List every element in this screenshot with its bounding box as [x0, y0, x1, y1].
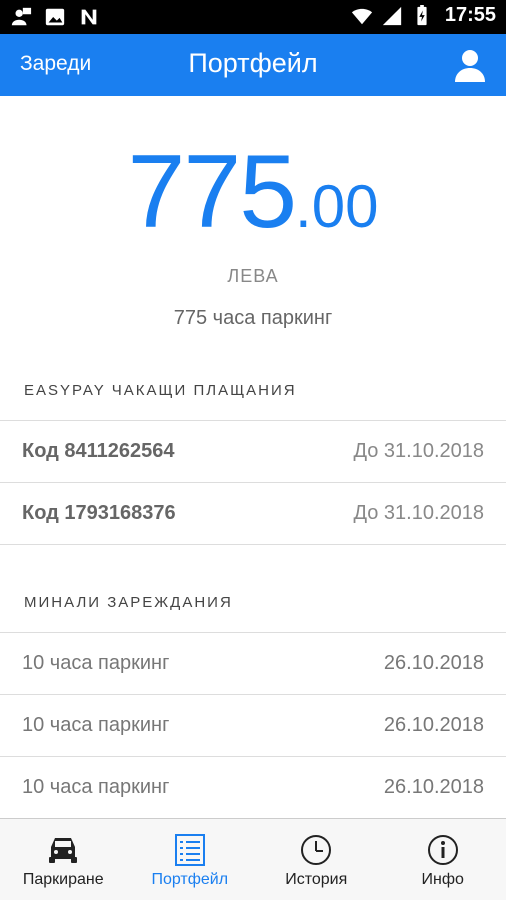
easypay-row[interactable]: Код 1793168376 До 31.10.2018 — [0, 482, 506, 544]
bottom-nav: Паркиране Портфейл История Инфо — [0, 818, 506, 900]
recharge-label: 10 часа паркинг — [22, 776, 170, 798]
balance-currency: ЛЕВА — [227, 266, 279, 286]
balance-integer: 775 — [127, 134, 298, 250]
app-bar: Зареди Портфейл — [0, 34, 506, 96]
divider — [0, 544, 506, 545]
recharge-row[interactable]: 10 часа паркинг 26.10.2018 — [0, 756, 506, 818]
easypay-section-header: EASYPAY ЧАКАЩИ ПЛАЩАНИЯ — [24, 382, 297, 399]
signal-icon — [382, 6, 402, 25]
balance-panel: 775.00 ЛЕВА 775 часа паркинг — [0, 140, 506, 330]
n-notification-icon — [81, 9, 97, 25]
nav-label: История — [285, 871, 348, 888]
easypay-row[interactable]: Код 8411262564 До 31.10.2018 — [0, 420, 506, 482]
easypay-code: Код 1793168376 — [22, 502, 176, 524]
balance-hours: 775 часа паркинг — [173, 307, 333, 329]
account-notification-icon — [11, 7, 32, 26]
car-icon — [49, 838, 78, 863]
status-time: 17:55 — [444, 4, 496, 26]
nav-item-history[interactable]: История — [253, 819, 380, 900]
nav-label: Инфо — [421, 871, 464, 888]
balance-decimal: .00 — [295, 173, 379, 240]
recharge-row[interactable]: 10 часа паркинг 26.10.2018 — [0, 694, 506, 756]
recharge-row[interactable]: 10 часа паркинг 26.10.2018 — [0, 632, 506, 694]
easypay-code: Код 8411262564 — [22, 440, 175, 462]
recharge-label: 10 часа паркинг — [22, 652, 170, 674]
nav-label: Портфейл — [151, 871, 229, 888]
balance-amount: 775.00 — [0, 140, 506, 244]
nav-label: Паркиране — [22, 871, 104, 888]
easypay-due: До 31.10.2018 — [353, 502, 484, 524]
image-icon — [45, 8, 65, 26]
person-icon[interactable] — [454, 48, 486, 82]
recharge-date: 26.10.2018 — [383, 776, 484, 798]
recharge-date: 26.10.2018 — [383, 652, 484, 674]
nav-item-parking[interactable]: Паркиране — [0, 819, 127, 900]
recharge-label: 10 часа паркинг — [22, 714, 170, 736]
recharge-date: 26.10.2018 — [383, 714, 484, 736]
battery-icon — [417, 4, 427, 25]
nav-item-wallet[interactable]: Портфейл — [127, 819, 254, 900]
clock-icon — [301, 835, 332, 865]
past-recharges-section-header: МИНАЛИ ЗАРЕЖДАНИЯ — [24, 594, 233, 611]
page-title: Портфейл — [188, 48, 318, 78]
wifi-icon — [351, 8, 372, 24]
status-bar: 17:55 — [0, 0, 506, 34]
info-icon — [427, 835, 458, 865]
nav-item-info[interactable]: Инфо — [380, 819, 506, 900]
list-icon — [174, 834, 205, 866]
easypay-due: До 31.10.2018 — [353, 440, 484, 462]
